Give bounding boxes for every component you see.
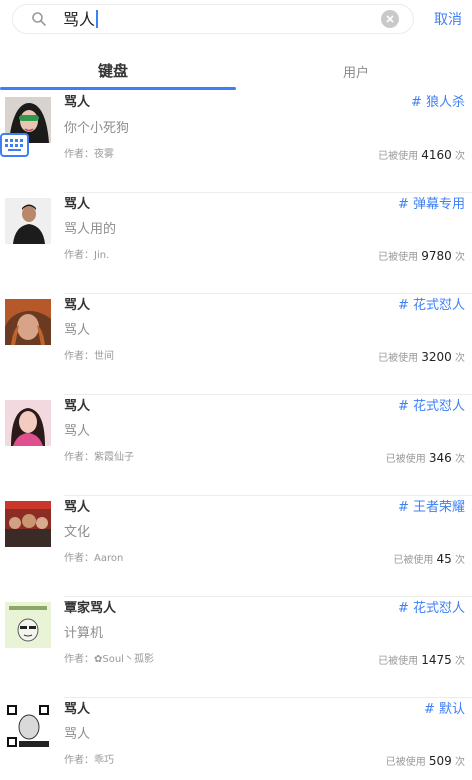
item-usage: 已被使用 45 次 (393, 551, 465, 566)
item-usage: 已被使用 9780 次 (378, 248, 465, 263)
result-list: 骂人 你个小死狗 作者：夜雾 # 狼人杀 已被使用 4160 次 骂人 骂人用的… (0, 92, 472, 780)
item-title: 覃家骂人 (64, 601, 117, 616)
list-item[interactable]: 覃家骂人 计算机 作者：✿Soul丶孤影 # 花式怼人 已被使用 1475 次 (0, 597, 472, 698)
item-title: 骂人 (64, 197, 91, 212)
avatar (5, 198, 51, 244)
item-title: 骂人 (64, 500, 91, 515)
item-tag[interactable]: # 默认 (424, 698, 465, 717)
list-item[interactable]: 骂人 文化 作者：Aaron # 王者荣耀 已被使用 45 次 (0, 496, 472, 597)
tab-active-indicator (0, 87, 236, 90)
item-usage: 已被使用 4160 次 (378, 147, 465, 162)
clear-icon[interactable] (381, 10, 399, 28)
usage-prefix: 已被使用 (385, 454, 426, 465)
search-bar[interactable]: 骂人 (12, 4, 414, 34)
item-author: 作者：乖巧 (64, 755, 114, 766)
avatar (5, 501, 51, 547)
usage-count: 509 (428, 754, 452, 768)
avatar (5, 400, 51, 446)
usage-count: 9780 (421, 249, 452, 263)
item-usage: 已被使用 509 次 (386, 753, 465, 768)
cancel-button[interactable]: 取消 (434, 9, 462, 29)
item-author: 作者：Jin. (64, 250, 110, 261)
item-tag[interactable]: # 王者荣耀 (398, 496, 465, 515)
tab-keyboard[interactable]: 键盘 (98, 60, 128, 81)
item-author: 作者：夜雾 (64, 149, 114, 160)
item-usage: 已被使用 3200 次 (378, 349, 465, 364)
item-content: 骂人用的 (64, 222, 117, 237)
usage-prefix: 已被使用 (378, 252, 419, 263)
usage-prefix: 已被使用 (378, 151, 419, 162)
search-query-text: 骂人 (63, 10, 96, 29)
usage-count: 4160 (421, 148, 452, 162)
usage-count: 1475 (421, 653, 452, 667)
item-content: 骂人 (64, 727, 91, 742)
item-title: 骂人 (64, 298, 91, 313)
usage-suffix: 次 (455, 252, 465, 263)
list-item[interactable]: 骂人 你个小死狗 作者：夜雾 # 狼人杀 已被使用 4160 次 (0, 92, 472, 193)
avatar (5, 602, 51, 648)
tab-user[interactable]: 用户 (343, 62, 369, 81)
usage-suffix: 次 (455, 555, 465, 566)
usage-count: 3200 (421, 350, 452, 364)
item-tag[interactable]: # 花式怼人 (398, 597, 465, 616)
usage-suffix: 次 (455, 757, 465, 768)
item-tag[interactable]: # 弹幕专用 (398, 193, 465, 212)
item-tag[interactable]: # 狼人杀 (411, 91, 465, 110)
item-author: 作者：✿Soul丶孤影 (64, 654, 154, 665)
list-item[interactable]: 骂人 骂人 作者：紫霞仙子 # 花式怼人 已被使用 346 次 (0, 395, 472, 496)
item-content: 计算机 (64, 626, 104, 641)
item-content: 你个小死狗 (64, 121, 130, 136)
usage-prefix: 已被使用 (378, 353, 419, 364)
item-title: 骂人 (64, 399, 91, 414)
avatar (5, 703, 51, 749)
list-item[interactable]: 骂人 骂人 作者：乖巧 # 默认 已被使用 509 次 (0, 698, 472, 780)
keyboard-icon[interactable] (0, 133, 29, 157)
usage-suffix: 次 (455, 151, 465, 162)
usage-prefix: 已被使用 (393, 555, 434, 566)
item-content: 骂人 (64, 424, 91, 439)
usage-suffix: 次 (455, 656, 465, 667)
item-usage: 已被使用 1475 次 (378, 652, 465, 667)
usage-prefix: 已被使用 (385, 757, 426, 768)
tab-bar: 键盘 用户 (0, 56, 472, 92)
item-title: 骂人 (64, 702, 91, 717)
usage-suffix: 次 (455, 454, 465, 465)
search-icon (32, 12, 46, 26)
item-author: 作者：紫霞仙子 (64, 452, 134, 463)
list-item[interactable]: 骂人 骂人 作者：世间 # 花式怼人 已被使用 3200 次 (0, 294, 472, 395)
item-tag[interactable]: # 花式怼人 (398, 294, 465, 313)
item-usage: 已被使用 346 次 (386, 450, 465, 465)
item-author: 作者：Aaron (64, 553, 124, 564)
item-title: 骂人 (64, 95, 91, 110)
search-input[interactable]: 骂人 (63, 9, 99, 31)
usage-prefix: 已被使用 (378, 656, 419, 667)
usage-suffix: 次 (455, 353, 465, 364)
list-item[interactable]: 骂人 骂人用的 作者：Jin. # 弹幕专用 已被使用 9780 次 (0, 193, 472, 294)
avatar (5, 299, 51, 345)
item-author: 作者：世间 (64, 351, 114, 362)
usage-count: 346 (428, 451, 452, 465)
item-content: 骂人 (64, 323, 91, 338)
text-caret (96, 10, 99, 28)
item-content: 文化 (64, 525, 91, 540)
usage-count: 45 (436, 552, 452, 566)
item-tag[interactable]: # 花式怼人 (398, 395, 465, 414)
